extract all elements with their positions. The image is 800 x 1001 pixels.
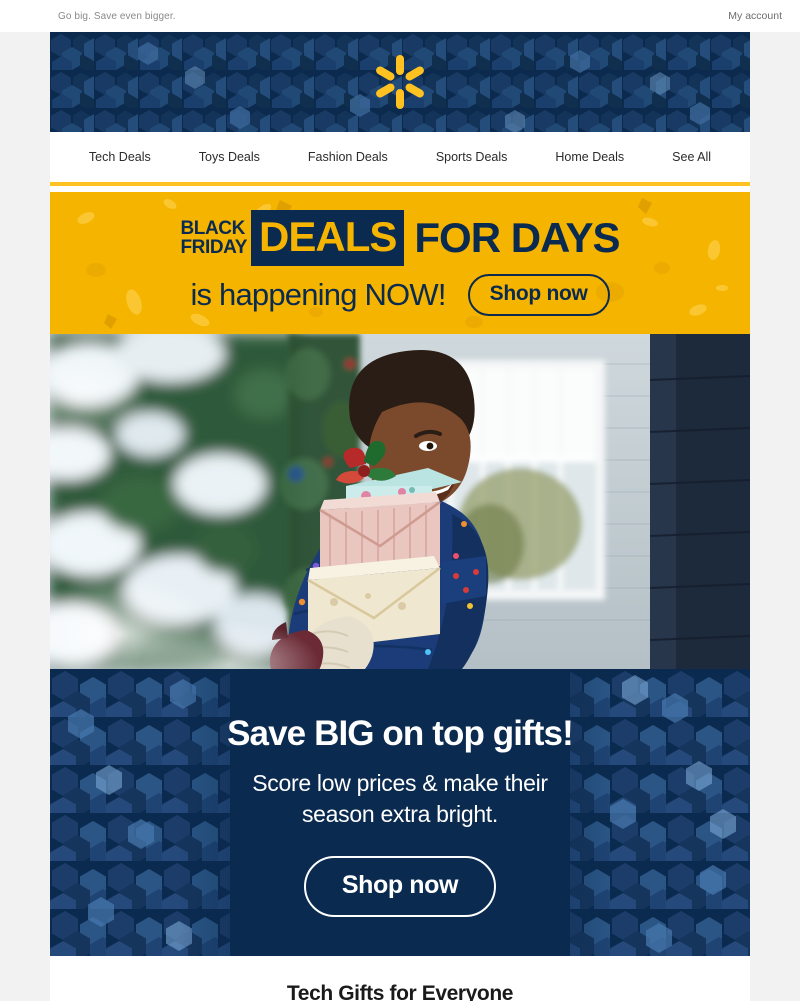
save-big-panel: Save BIG on top gifts! Score low prices … — [50, 669, 750, 956]
black-friday-eyebrow: BLACK FRIDAY — [180, 219, 247, 257]
masthead — [50, 32, 750, 132]
nav-item-toys-deals[interactable]: Toys Deals — [175, 150, 284, 164]
next-section-teaser: Tech Gifts for Everyone — [50, 956, 750, 1001]
nav-item-sports-deals[interactable]: Sports Deals — [412, 150, 532, 164]
preheader-tagline: Go big. Save even bigger. — [58, 10, 176, 22]
nav-item-fashion-deals[interactable]: Fashion Deals — [284, 150, 412, 164]
nav-item-home-deals[interactable]: Home Deals — [531, 150, 648, 164]
hero-photo[interactable] — [50, 334, 750, 669]
my-account-link[interactable]: My account — [728, 10, 782, 22]
promo-shop-now-button[interactable]: Shop now — [467, 274, 610, 316]
deals-word-box: DEALS — [251, 210, 405, 266]
eyebrow-line-black: BLACK — [180, 218, 245, 239]
nav-item-tech-deals[interactable]: Tech Deals — [65, 150, 175, 164]
gift-panel-subhead-line1: Score low prices & make their — [252, 770, 548, 796]
gift-panel-subhead: Score low prices & make their season ext… — [252, 768, 548, 830]
email-body: Tech Deals Toys Deals Fashion Deals Spor… — [50, 32, 750, 1001]
promo-headline-row: BLACK FRIDAY DEALS FOR DAYS — [180, 210, 621, 266]
teaser-title: Tech Gifts for Everyone — [286, 982, 514, 1001]
preheader-bar: Go big. Save even bigger. My account — [0, 0, 800, 32]
category-nav: Tech Deals Toys Deals Fashion Deals Spor… — [50, 132, 750, 182]
for-days-text: FOR DAYS — [414, 214, 620, 261]
promo-subline-row: is happening NOW! Shop now — [190, 274, 610, 316]
promo-subline: is happening NOW! — [190, 277, 446, 312]
gift-panel-headline: Save BIG on top gifts! — [227, 714, 574, 753]
walmart-spark-logo[interactable] — [371, 53, 429, 111]
gift-panel-subhead-line2: season extra bright. — [301, 801, 498, 827]
black-friday-promo-banner[interactable]: BLACK FRIDAY DEALS FOR DAYS is happening… — [50, 192, 750, 334]
gift-panel-shop-now-button[interactable]: Shop now — [303, 856, 497, 917]
eyebrow-line-friday: FRIDAY — [180, 237, 248, 258]
nav-item-see-all[interactable]: See All — [648, 150, 735, 164]
